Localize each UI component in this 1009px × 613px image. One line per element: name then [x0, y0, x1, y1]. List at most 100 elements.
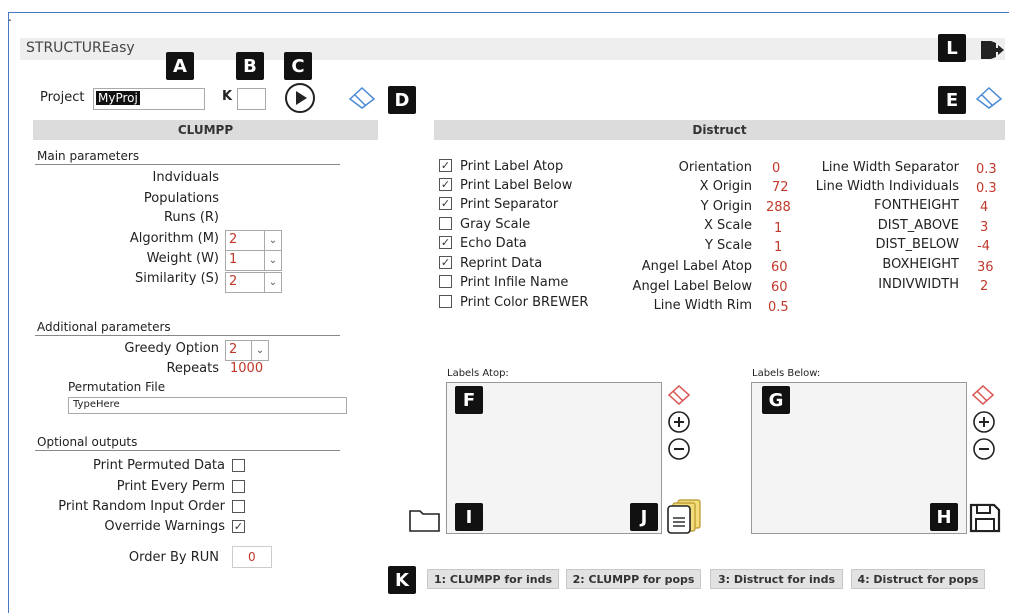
angel-label-atop-value[interactable]: 60: [771, 260, 788, 275]
fontheight-value[interactable]: 4: [980, 200, 988, 215]
runs-label: Runs (R): [163, 210, 219, 225]
dist-below-value[interactable]: -4: [977, 239, 990, 254]
print-random-input-order-checkbox[interactable]: [232, 500, 245, 513]
order-by-run-label: Order By RUN: [128, 550, 219, 565]
algorithm-label: Algorithm (M): [129, 231, 219, 246]
gray-scale-checkbox[interactable]: [439, 217, 452, 230]
repeats-label: Repeats: [166, 361, 219, 376]
repeats-value[interactable]: 1000: [230, 361, 263, 376]
main-parameters-title: Main parameters: [37, 149, 140, 163]
print-separator-checkbox[interactable]: ✓: [439, 197, 452, 210]
documents-icon[interactable]: [666, 498, 706, 534]
chevron-down-icon[interactable]: ⌄: [264, 231, 281, 250]
print-label-atop-label: Print Label Atop: [460, 159, 564, 174]
override-warnings-checkbox[interactable]: ✓: [232, 520, 245, 533]
folder-icon[interactable]: [408, 505, 442, 533]
y-origin-value[interactable]: 288: [766, 200, 791, 215]
weight-label: Weight (W): [146, 251, 219, 266]
distruct-for-inds-button[interactable]: 3: Distruct for inds: [710, 569, 843, 589]
minus-icon[interactable]: [667, 437, 691, 461]
boxheight-label: BOXHEIGHT: [882, 257, 959, 272]
marker-b: B: [236, 52, 264, 80]
reprint-data-checkbox[interactable]: ✓: [439, 256, 452, 269]
eraser-icon[interactable]: [973, 86, 1005, 110]
algorithm-select[interactable]: 2 ⌄: [225, 230, 282, 251]
marker-e: E: [938, 86, 966, 114]
override-warnings-label: Override Warnings: [104, 519, 225, 534]
greedy-option-select[interactable]: 2 ⌄: [225, 340, 269, 361]
similarity-label: Similarity (S): [135, 271, 219, 286]
orientation-label: Orientation: [678, 160, 752, 175]
indivwidth-value[interactable]: 2: [980, 279, 988, 294]
line-width-rim-value[interactable]: 0.5: [768, 300, 789, 315]
print-color-brewer-checkbox[interactable]: [439, 295, 452, 308]
similarity-value: 2: [229, 274, 238, 289]
k-input[interactable]: [237, 88, 266, 110]
project-label: Project: [40, 90, 85, 105]
marker-a: A: [166, 52, 194, 80]
x-origin-value[interactable]: 72: [772, 180, 789, 195]
chevron-down-icon[interactable]: ⌄: [264, 251, 281, 270]
divider: [35, 450, 340, 451]
dist-above-value[interactable]: 3: [980, 220, 988, 235]
print-permuted-data-label: Print Permuted Data: [93, 458, 225, 473]
project-input[interactable]: MyProj: [93, 88, 205, 110]
marker-k: K: [388, 566, 416, 594]
marker-d: D: [388, 86, 416, 114]
optional-outputs-title: Optional outputs: [37, 435, 138, 449]
eraser-icon[interactable]: [666, 384, 692, 406]
marker-i: I: [455, 503, 483, 531]
x-scale-label: X Scale: [703, 218, 752, 233]
plus-icon[interactable]: [972, 410, 996, 434]
order-by-run-input[interactable]: 0: [232, 546, 272, 568]
plus-icon[interactable]: [667, 410, 691, 434]
order-by-run-value: 0: [248, 550, 256, 564]
line-width-separator-value[interactable]: 0.3: [976, 162, 997, 177]
line-width-individuals-label: Line Width Individuals: [815, 179, 959, 194]
save-icon[interactable]: [968, 502, 1002, 534]
clumpp-for-inds-button[interactable]: 1: CLUMPP for inds: [427, 569, 559, 589]
project-input-value: MyProj: [96, 91, 140, 105]
line-width-individuals-value[interactable]: 0.3: [976, 181, 997, 196]
clumpp-header: CLUMPP: [33, 120, 378, 140]
print-label-below-checkbox[interactable]: ✓: [439, 178, 452, 191]
eraser-icon[interactable]: [970, 384, 996, 406]
weight-select[interactable]: 1 ⌄: [225, 250, 282, 271]
populations-label: Populations: [143, 191, 219, 206]
print-label-atop-checkbox[interactable]: ✓: [439, 159, 452, 172]
clumpp-for-pops-button[interactable]: 2: CLUMPP for pops: [566, 569, 701, 589]
print-infile-name-checkbox[interactable]: [439, 275, 452, 288]
print-permuted-data-checkbox[interactable]: [232, 459, 245, 472]
play-icon[interactable]: [284, 82, 316, 114]
minus-icon[interactable]: [972, 437, 996, 461]
print-color-brewer-label: Print Color BREWER: [460, 295, 589, 310]
marker-c: C: [284, 52, 312, 80]
chevron-down-icon[interactable]: ⌄: [251, 341, 268, 360]
individuals-label: Indviduals: [152, 170, 219, 185]
labels-below-label: Labels Below:: [752, 368, 821, 379]
exit-icon[interactable]: [978, 38, 1004, 62]
x-scale-value[interactable]: 1: [774, 221, 782, 236]
marker-g: G: [762, 386, 790, 414]
print-separator-label: Print Separator: [460, 197, 559, 212]
greedy-option-value: 2: [229, 342, 238, 357]
chevron-down-icon[interactable]: ⌄: [264, 273, 281, 292]
boxheight-value[interactable]: 36: [977, 260, 994, 275]
dist-above-label: DIST_ABOVE: [877, 218, 959, 233]
distruct-header: Distruct: [434, 120, 1005, 140]
angel-label-below-value[interactable]: 60: [771, 280, 788, 295]
orientation-value[interactable]: 0: [772, 161, 780, 176]
similarity-select[interactable]: 2 ⌄: [225, 272, 282, 293]
echo-data-label: Echo Data: [460, 236, 527, 251]
print-label-below-label: Print Label Below: [460, 178, 573, 193]
additional-parameters-title: Additional parameters: [37, 320, 171, 334]
y-scale-value[interactable]: 1: [774, 240, 782, 255]
distruct-for-pops-button[interactable]: 4: Distruct for pops: [851, 569, 985, 589]
permutation-file-label: Permutation File: [68, 380, 166, 394]
eraser-icon[interactable]: [346, 86, 378, 110]
echo-data-checkbox[interactable]: ✓: [439, 236, 452, 249]
y-origin-label: Y Origin: [700, 199, 752, 214]
marker-f: F: [455, 386, 483, 414]
print-every-perm-checkbox[interactable]: [232, 480, 245, 493]
permutation-file-input[interactable]: TypeHere: [68, 397, 347, 414]
